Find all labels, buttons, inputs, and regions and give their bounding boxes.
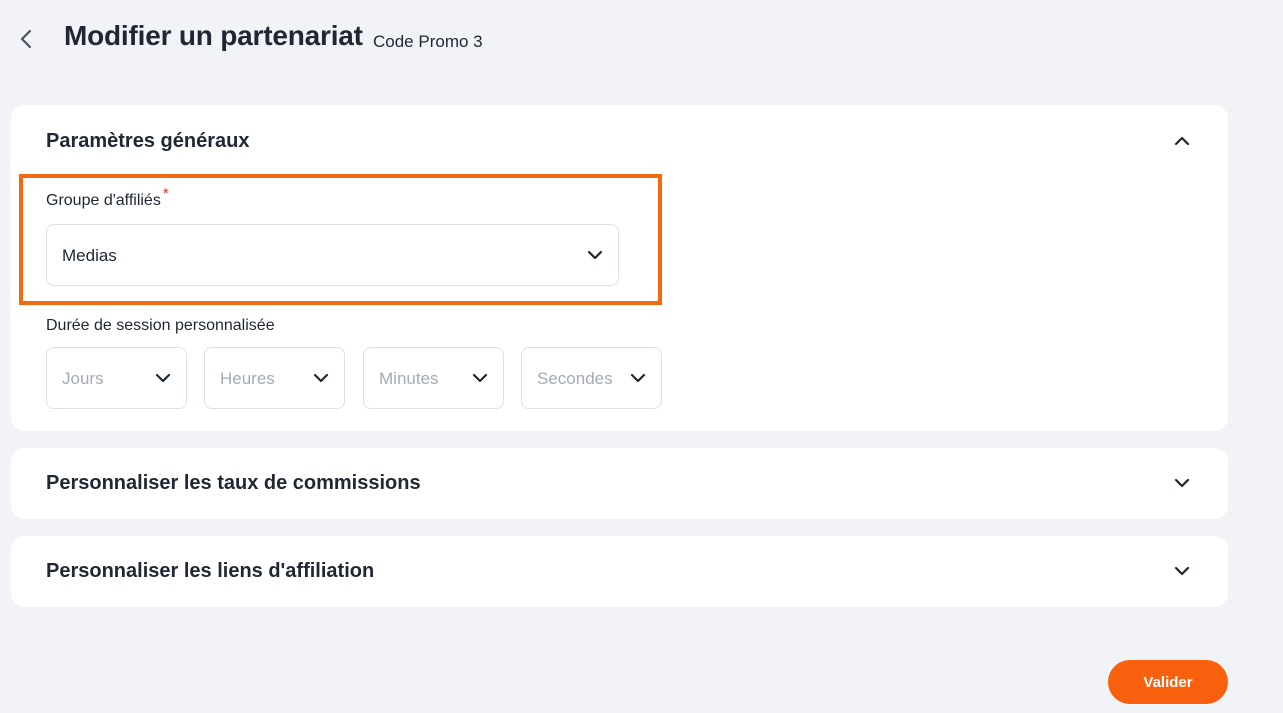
chevron-up-icon xyxy=(1174,136,1190,146)
page-subtitle: Code Promo 3 xyxy=(373,32,483,51)
days-select[interactable]: Jours xyxy=(46,347,187,409)
back-button[interactable] xyxy=(12,24,42,54)
affiliate-group-select[interactable]: Medias xyxy=(46,224,619,286)
required-marker: * xyxy=(162,185,169,202)
session-duration-label: Durée de session personnalisée xyxy=(46,317,275,334)
general-settings-section: Paramètres généraux Groupe d'affiliés * M… xyxy=(11,105,1228,431)
hours-select[interactable]: Heures xyxy=(204,347,345,409)
minutes-select[interactable]: Minutes xyxy=(363,347,504,409)
page-header: Modifier un partenariat Code Promo 3 xyxy=(0,0,1283,80)
section-title: Personnaliser les taux de commissions xyxy=(46,472,421,494)
seconds-placeholder: Secondes xyxy=(537,369,613,388)
section-expand-toggle[interactable] xyxy=(1170,559,1194,583)
minutes-placeholder: Minutes xyxy=(379,369,439,388)
affiliate-group-value: Medias xyxy=(62,246,117,265)
seconds-select[interactable]: Secondes xyxy=(521,347,662,409)
chevron-down-icon xyxy=(152,367,174,389)
page-title: Modifier un partenariat xyxy=(64,20,363,51)
section-title: Personnaliser les liens d'affiliation xyxy=(46,560,375,582)
chevron-down-icon xyxy=(1174,478,1190,488)
commissions-section[interactable]: Personnaliser les taux de commissions xyxy=(11,448,1228,519)
chevron-down-icon xyxy=(469,367,491,389)
chevron-down-icon xyxy=(584,244,606,266)
chevron-down-icon xyxy=(627,367,649,389)
hours-placeholder: Heures xyxy=(220,369,275,388)
chevron-left-icon xyxy=(20,29,32,49)
affiliate-group-label: Groupe d'affiliés * xyxy=(46,185,169,210)
days-placeholder: Jours xyxy=(62,369,104,388)
section-title: Paramètres généraux xyxy=(46,130,250,152)
submit-button[interactable]: Valider xyxy=(1108,660,1228,704)
chevron-down-icon xyxy=(1174,566,1190,576)
affiliate-links-section[interactable]: Personnaliser les liens d'affiliation xyxy=(11,536,1228,607)
affiliate-group-label-text: Groupe d'affiliés xyxy=(46,192,161,209)
section-expand-toggle[interactable] xyxy=(1170,471,1194,495)
section-collapse-toggle[interactable] xyxy=(1170,129,1194,153)
chevron-down-icon xyxy=(310,367,332,389)
